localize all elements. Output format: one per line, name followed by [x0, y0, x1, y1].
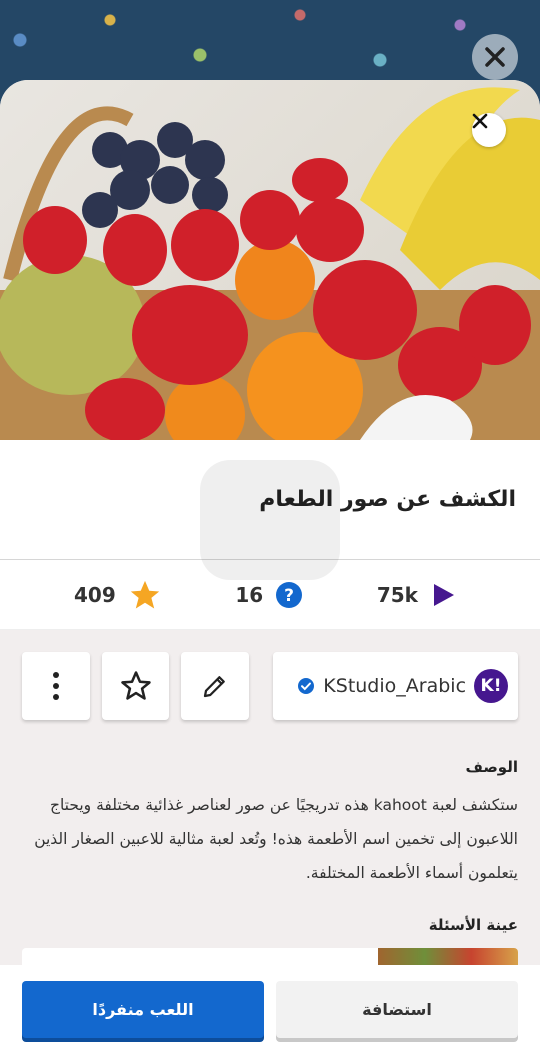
image-close-button[interactable] — [472, 113, 506, 147]
more-vertical-icon — [52, 672, 59, 700]
host-button[interactable]: استضافة — [276, 981, 518, 1038]
title-section: الكشف عن صور الطعام — [0, 440, 540, 580]
questions-count: 16 — [235, 582, 264, 607]
verified-badge-icon — [298, 678, 315, 694]
favorite-button[interactable] — [101, 652, 170, 720]
close-overlay-button[interactable] — [472, 34, 518, 80]
edit-button[interactable] — [181, 652, 250, 720]
play-solo-button[interactable]: اللعب منفردًا — [22, 981, 264, 1038]
plays-count: 75k — [376, 582, 418, 607]
star-outline-icon — [120, 671, 151, 700]
pencil-icon — [204, 676, 226, 698]
play-icon — [433, 583, 454, 606]
sample-questions-heading: عينة الأسئلة — [428, 916, 518, 934]
kahoot-detail-sheet: الكشف عن صور الطعام 409 16 ? 75k KStudio… — [0, 80, 540, 1057]
question-icon: ? — [276, 581, 303, 608]
creator-name: KStudio_Arabic — [323, 675, 467, 697]
favorites-stat: 409 — [74, 578, 162, 612]
close-icon — [485, 47, 505, 67]
description-heading: الوصف — [465, 758, 518, 776]
cover-image — [0, 80, 540, 440]
questions-stat: 16 ? — [235, 581, 303, 609]
kahoot-logo-icon: K! — [474, 669, 509, 703]
svg-text:?: ? — [284, 586, 294, 606]
favorites-count: 409 — [74, 582, 116, 607]
creator-chip[interactable]: KStudio_Arabic K! — [273, 652, 519, 720]
description-section: الوصف ستكشف لعبة kahoot هذه تدريجيًا عن … — [0, 720, 540, 934]
watermark-logo — [200, 460, 340, 580]
bottom-action-bar: اللعب منفردًا استضافة — [0, 965, 540, 1057]
description-text: ستكشف لعبة kahoot هذه تدريجيًا عن صور لع… — [34, 796, 518, 882]
star-icon — [130, 580, 159, 608]
more-options-button[interactable] — [22, 652, 90, 720]
close-icon — [472, 113, 488, 129]
action-row: KStudio_Arabic K! — [0, 630, 540, 720]
plays-stat: 75k — [377, 582, 456, 608]
